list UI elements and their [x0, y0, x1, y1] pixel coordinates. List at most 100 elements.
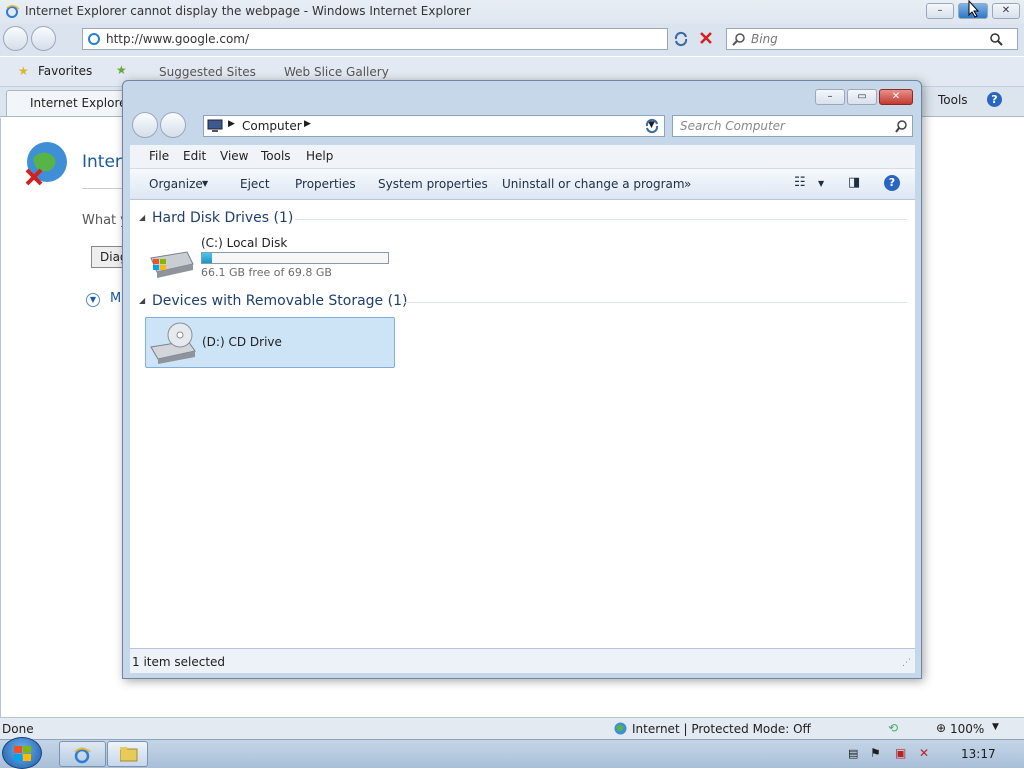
folder-icon — [120, 747, 138, 762]
ie-status-bar: Done Internet | Protected Mode: Off ⟲ ⊕ … — [0, 717, 1024, 739]
zoom-chevron-icon[interactable]: ▼ — [992, 722, 999, 732]
breadcrumb-next-arrow-icon[interactable]: ▶ — [304, 119, 311, 129]
tools-menu[interactable]: Tools — [938, 93, 968, 107]
ie-window-title: Internet Explorer cannot display the web… — [25, 4, 471, 18]
action-center-flag-icon[interactable]: ⚑ — [870, 746, 881, 760]
drive-c-free-space: 66.1 GB free of 69.8 GB — [201, 266, 332, 279]
tab-current[interactable]: Internet Explorer c — [6, 90, 142, 116]
windows-logo-icon — [14, 746, 31, 761]
computer-icon — [207, 119, 223, 132]
address-text: http://www.google.com/ — [106, 32, 250, 46]
search-icon — [732, 33, 745, 46]
uninstall-program-button[interactable]: Uninstall or change a program — [502, 177, 685, 191]
group-header-removable[interactable]: Devices with Removable Storage (1) — [152, 293, 407, 309]
status-text: Done — [2, 722, 34, 736]
drive-c-usage-fill — [202, 253, 212, 263]
explorer-status-text: 1 item selected — [132, 655, 226, 669]
mouse-cursor-icon — [968, 0, 980, 18]
pop-up-blocker-icon[interactable]: ⟲ — [888, 721, 898, 735]
explorer-forward-button[interactable] — [160, 112, 186, 138]
explorer-status-bar: 1 item selected ⋰ — [130, 648, 915, 673]
cd-drive-icon — [150, 322, 196, 364]
ie-search-placeholder: Bing — [751, 32, 778, 46]
group-collapse-icon[interactable]: ◢ — [139, 213, 145, 222]
menu-tools[interactable]: Tools — [261, 149, 291, 163]
change-view-icon[interactable]: ☷ — [794, 175, 806, 190]
explorer-maximize-button[interactable]: ▭ — [847, 89, 877, 105]
zoom-level[interactable]: 100% — [950, 722, 984, 736]
taskbar-explorer-button[interactable] — [107, 741, 148, 767]
taskbar: ▤ ⚑ ▣ ✕ 13:17 — [0, 737, 1024, 769]
breadcrumb-computer[interactable]: Computer — [242, 119, 302, 133]
drive-c-name[interactable]: (C:) Local Disk — [201, 236, 287, 250]
explorer-window: – ▭ ✕ ▶ Computer ▶ ▼ Search Computer Fil… — [122, 80, 922, 679]
tray-document-icon[interactable]: ▤ — [848, 747, 858, 760]
properties-button[interactable]: Properties — [295, 177, 356, 191]
help-icon[interactable]: ? — [987, 92, 1002, 107]
add-favorite-icon[interactable]: ★ — [116, 63, 127, 77]
explorer-search-icon[interactable] — [895, 120, 908, 133]
clock[interactable]: 13:17 — [961, 747, 996, 761]
preview-pane-icon[interactable]: ◨ — [848, 175, 860, 190]
resize-grip-icon[interactable]: ⋰ — [902, 658, 911, 668]
view-dropdown-icon[interactable]: ▼ — [818, 179, 824, 188]
menu-edit[interactable]: Edit — [183, 149, 206, 163]
ie-logo-icon — [6, 5, 20, 18]
explorer-back-button[interactable] — [132, 112, 158, 138]
group-divider — [295, 219, 907, 220]
taskbar-ie-button[interactable] — [59, 741, 106, 767]
group-header-hard-disks[interactable]: Hard Disk Drives (1) — [152, 210, 293, 226]
eject-button[interactable]: Eject — [240, 177, 270, 191]
explorer-help-icon[interactable]: ? — [884, 175, 900, 191]
internet-zone-icon — [614, 722, 627, 735]
explorer-address-bar[interactable]: ▶ Computer ▶ ▼ — [203, 115, 665, 137]
close-button[interactable]: ✕ — [992, 3, 1020, 19]
explorer-menu-bar: File Edit View Tools Help — [130, 145, 915, 169]
start-button[interactable] — [2, 737, 42, 769]
more-commands-chevron-icon[interactable]: » — [684, 177, 691, 191]
more-info-link[interactable]: M — [110, 291, 121, 306]
organize-button[interactable]: Organize — [149, 177, 203, 191]
minimize-button[interactable]: – — [926, 3, 954, 19]
volume-muted-icon[interactable]: ✕ — [919, 746, 929, 760]
stop-icon[interactable] — [699, 31, 713, 45]
page-icon — [88, 33, 100, 45]
explorer-close-button[interactable]: ✕ — [879, 89, 913, 105]
address-bar[interactable]: http://www.google.com/ — [82, 28, 668, 50]
back-button[interactable] — [3, 26, 28, 51]
search-go-icon[interactable] — [989, 32, 1003, 46]
menu-help[interactable]: Help — [306, 149, 333, 163]
explorer-minimize-button[interactable]: – — [815, 89, 845, 105]
security-zone-text[interactable]: Internet | Protected Mode: Off — [632, 722, 811, 736]
suggested-sites-link[interactable]: Suggested Sites — [159, 65, 256, 79]
globe-error-icon — [25, 142, 67, 186]
system-properties-button[interactable]: System properties — [378, 177, 488, 191]
explorer-command-bar: Organize ▼ Eject Properties System prope… — [130, 169, 915, 200]
explorer-content: ◢ Hard Disk Drives (1) (C:) Local Disk 6… — [130, 200, 915, 648]
explorer-search-placeholder: Search Computer — [680, 119, 785, 133]
forward-button[interactable] — [31, 26, 56, 51]
drive-d-name: (D:) CD Drive — [202, 335, 282, 349]
refresh-icon[interactable] — [673, 31, 689, 47]
drive-c-usage-bar — [201, 252, 389, 264]
ie-taskbar-icon — [74, 747, 91, 764]
explorer-search-box[interactable]: Search Computer — [672, 115, 913, 137]
network-icon[interactable]: ▣ — [895, 746, 906, 760]
breadcrumb-arrow-icon[interactable]: ▶ — [228, 119, 235, 129]
group-collapse-icon-2[interactable]: ◢ — [139, 296, 145, 305]
drive-d-tile[interactable]: (D:) CD Drive — [145, 317, 395, 368]
hard-drive-icon — [150, 251, 194, 278]
menu-file[interactable]: File — [149, 149, 169, 163]
favorites-button[interactable]: Favorites — [38, 64, 92, 78]
ie-search-box[interactable]: Bing — [726, 28, 1018, 50]
ie-title-bar: Internet Explorer cannot display the web… — [0, 0, 1024, 24]
favorites-star-icon: ★ — [18, 64, 29, 78]
menu-view[interactable]: View — [220, 149, 248, 163]
organize-dropdown-icon[interactable]: ▼ — [202, 179, 208, 188]
zoom-icon: ⊕ — [936, 721, 947, 735]
explorer-refresh-icon[interactable] — [644, 118, 660, 134]
web-slice-gallery-link[interactable]: Web Slice Gallery — [284, 65, 389, 79]
more-info-chevron-icon[interactable]: ▼ — [86, 293, 100, 307]
group-divider-2 — [404, 302, 907, 303]
divider — [82, 188, 122, 189]
